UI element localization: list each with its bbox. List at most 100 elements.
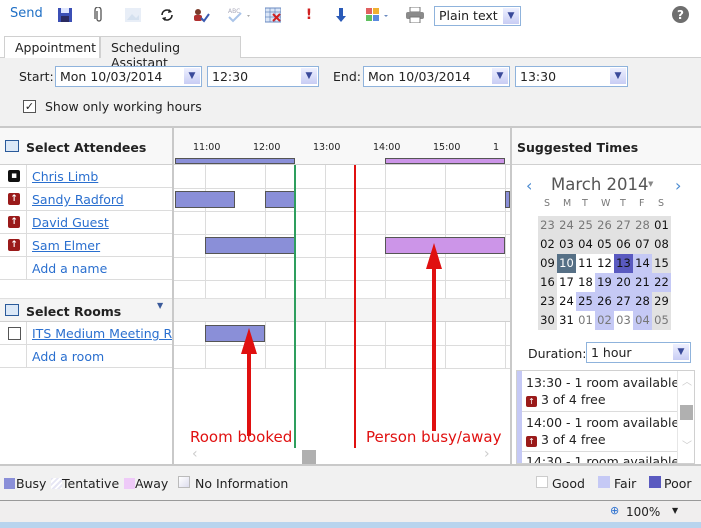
calendar-day[interactable]: 24: [557, 216, 576, 235]
month-label[interactable]: March 2014: [551, 175, 649, 194]
calendar-day[interactable]: 07: [633, 235, 652, 254]
insert-image-icon[interactable]: [124, 6, 142, 24]
calendar-day[interactable]: 30: [538, 311, 557, 330]
calendar-day[interactable]: 20: [614, 273, 633, 292]
calendar-day[interactable]: 17: [557, 273, 576, 292]
room-checkbox[interactable]: [8, 327, 21, 340]
tab-appointment[interactable]: Appointment: [4, 36, 100, 58]
calendar-day[interactable]: 11: [576, 254, 595, 273]
summary-busy-bar[interactable]: [175, 158, 295, 164]
message-format-select[interactable]: Plain text ▼: [434, 6, 521, 26]
calendar-day[interactable]: 23: [538, 292, 557, 311]
calendar-day[interactable]: 31: [557, 311, 576, 330]
calendar-day[interactable]: 08: [652, 235, 671, 254]
vertical-scrollbar[interactable]: ︿ ﹀: [677, 371, 694, 463]
calendar-day[interactable]: 29: [652, 292, 671, 311]
help-icon[interactable]: ?: [672, 6, 689, 23]
calendar-day[interactable]: 28: [633, 216, 652, 235]
calendar-day[interactable]: 26: [595, 216, 614, 235]
busy-block[interactable]: [265, 191, 295, 208]
calendar-day[interactable]: 03: [614, 311, 633, 330]
busy-block[interactable]: [175, 191, 235, 208]
calendar-day[interactable]: 15: [652, 254, 671, 273]
calendar-day[interactable]: 03: [557, 235, 576, 254]
zoom-dropdown-icon[interactable]: ▼: [672, 506, 678, 515]
address-book-icon[interactable]: [5, 304, 19, 316]
check-names-icon[interactable]: [192, 6, 210, 24]
rooms-dropdown-icon[interactable]: ▼: [157, 301, 163, 310]
send-button[interactable]: Send: [10, 6, 43, 21]
attach-icon[interactable]: [90, 6, 108, 24]
high-importance-icon[interactable]: !: [300, 6, 318, 24]
suggestion-item[interactable]: 13:30 - 1 room available ↑ 3 of 4 free: [526, 375, 679, 407]
suggestion-item[interactable]: 14:30 - 1 room available: [526, 454, 679, 463]
calendar-day[interactable]: 27: [614, 216, 633, 235]
horizontal-scrollbar-thumb[interactable]: [302, 450, 316, 464]
calendar-day[interactable]: 05: [595, 235, 614, 254]
add-room-input[interactable]: Add a room: [32, 349, 104, 364]
calendar-day[interactable]: 01: [652, 216, 671, 235]
add-name-input[interactable]: Add a name: [32, 261, 107, 276]
calendar-day[interactable]: 23: [538, 216, 557, 235]
month-dropdown-icon[interactable]: ▼: [648, 180, 653, 188]
calendar-day[interactable]: 10: [557, 254, 576, 273]
calendar-day[interactable]: 09: [538, 254, 557, 273]
required-attendee-icon[interactable]: ↑: [8, 216, 20, 228]
scroll-left-icon[interactable]: ‹: [192, 446, 198, 462]
meeting-start-line[interactable]: [294, 165, 296, 448]
calendar-day[interactable]: 13: [614, 254, 633, 273]
duration-select[interactable]: 1 hour ▼: [586, 342, 691, 363]
scroll-up-icon[interactable]: ︿: [682, 373, 692, 388]
calendar-day[interactable]: 06: [614, 235, 633, 254]
calendar-day[interactable]: 26: [595, 292, 614, 311]
low-importance-icon[interactable]: [332, 6, 350, 24]
calendar-day[interactable]: 04: [633, 311, 652, 330]
calendar-day[interactable]: 27: [614, 292, 633, 311]
print-icon[interactable]: [406, 6, 424, 24]
calendar-day[interactable]: 12: [595, 254, 614, 273]
next-month-icon[interactable]: ›: [675, 176, 681, 195]
summary-away-bar[interactable]: [385, 158, 505, 164]
scroll-down-icon[interactable]: ﹀: [682, 437, 692, 452]
recurrence-icon[interactable]: [158, 6, 176, 24]
spelling-icon[interactable]: ABC: [226, 6, 254, 24]
end-time-select[interactable]: 13:30 ▼: [515, 66, 628, 87]
calendar-day[interactable]: 04: [576, 235, 595, 254]
rooms-title[interactable]: Select Rooms: [26, 304, 121, 319]
calendar-day[interactable]: 28: [633, 292, 652, 311]
calendar-day[interactable]: 02: [538, 235, 557, 254]
calendar-day[interactable]: 16: [538, 273, 557, 292]
required-attendee-icon[interactable]: ↑: [8, 193, 20, 205]
calendar-day[interactable]: 25: [576, 216, 595, 235]
end-date-select[interactable]: Mon 10/03/2014 ▼: [363, 66, 510, 87]
working-hours-checkbox[interactable]: ✓: [23, 100, 36, 113]
vertical-scrollbar-thumb[interactable]: [680, 405, 693, 420]
attendee-name[interactable]: David Guest: [32, 215, 172, 230]
categorize-icon[interactable]: [366, 6, 392, 24]
calendar-day[interactable]: 19: [595, 273, 614, 292]
required-attendee-icon[interactable]: ↑: [8, 239, 20, 251]
suggestion-item[interactable]: 14:00 - 1 room available ↑ 3 of 4 free: [526, 415, 679, 447]
meeting-end-line[interactable]: [354, 165, 356, 448]
start-time-select[interactable]: 12:30 ▼: [207, 66, 319, 87]
calendar-day[interactable]: 01: [576, 311, 595, 330]
zoom-level[interactable]: 100%: [626, 505, 660, 519]
free-busy-grid[interactable]: 11:00 12:00 13:00 14:00 15:00 1 Room booked P…: [174, 128, 510, 464]
calendar-day[interactable]: 25: [576, 292, 595, 311]
zoom-icon[interactable]: ⊕: [610, 504, 619, 517]
calendar-day[interactable]: 18: [576, 273, 595, 292]
scroll-right-icon[interactable]: ›: [484, 446, 490, 462]
calendar-day[interactable]: 22: [652, 273, 671, 292]
tab-scheduling-assistant[interactable]: Scheduling Assistant: [100, 36, 241, 70]
room-name[interactable]: ITS Medium Meeting Room: [32, 326, 172, 341]
calendar-day[interactable]: 14: [633, 254, 652, 273]
start-date-select[interactable]: Mon 10/03/2014 ▼: [55, 66, 202, 87]
calendar-day[interactable]: 05: [652, 311, 671, 330]
calendar-day[interactable]: 24: [557, 292, 576, 311]
attendee-name[interactable]: Sandy Radford: [32, 192, 172, 207]
busy-block[interactable]: [205, 237, 295, 254]
attendee-name[interactable]: Sam Elmer: [32, 238, 172, 253]
prev-month-icon[interactable]: ‹: [526, 176, 532, 195]
attendee-name[interactable]: Chris Limb: [32, 169, 172, 184]
address-book-icon[interactable]: [5, 140, 19, 152]
